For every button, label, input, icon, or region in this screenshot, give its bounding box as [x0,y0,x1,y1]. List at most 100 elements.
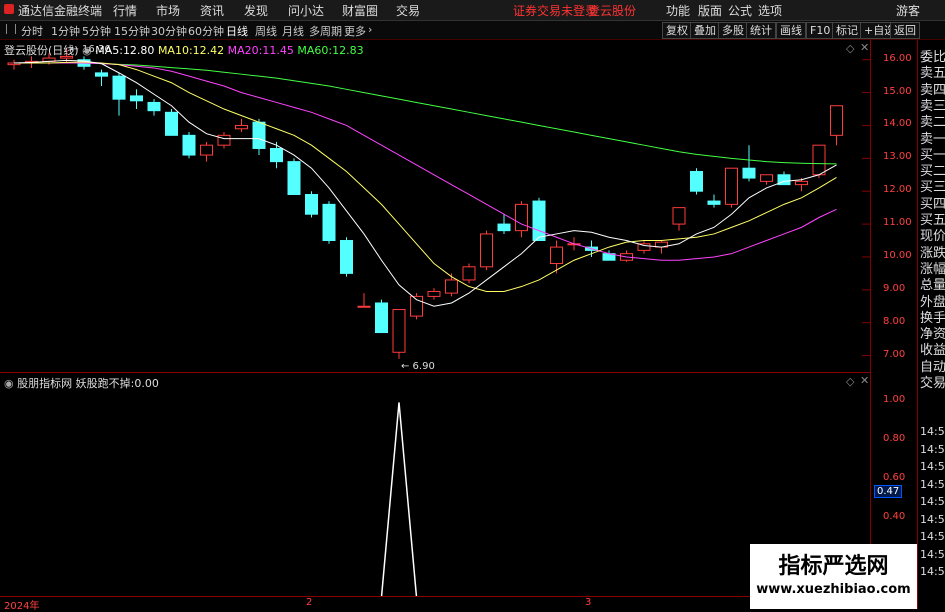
candle[interactable] [760,174,773,185]
period-month[interactable]: 月线 [282,23,304,39]
candle[interactable] [95,69,108,87]
trade-time: 14:56 [920,512,945,526]
trade-time: 14:56 [920,530,945,543]
indicator-chart[interactable] [0,373,870,597]
chevron-right-icon[interactable]: › [368,23,372,36]
period-15min[interactable]: 15分钟 [114,23,150,39]
candle[interactable] [515,201,528,238]
menu-toggle-icon[interactable] [6,24,16,34]
candle[interactable] [830,105,843,146]
current-stock-name[interactable]: 登云股份 [588,2,636,19]
candle[interactable] [672,207,686,231]
price-tick-label: 10.00 [883,249,912,261]
huaxian-button[interactable]: 画线 [776,22,806,39]
candle[interactable] [165,109,178,136]
menu-item-jiaoyi[interactable]: 交易 [396,2,420,19]
back-button[interactable]: 返回 [890,22,920,39]
candle[interactable] [812,144,826,179]
close-icon[interactable]: ✕ [860,374,869,387]
kline-pane[interactable]: ← 16.36 ← 6.90 登云股份(日线) ◉ MA5:12.80 MA10:… [0,40,870,372]
menu-item-shichang[interactable]: 市场 [156,2,180,19]
fuquan-button[interactable]: 复权 [662,22,692,39]
period-5min[interactable]: 5分钟 [82,23,111,39]
candle[interactable] [480,230,493,271]
period-week[interactable]: 周线 [255,23,277,39]
ma60-line [14,62,837,165]
candle[interactable] [742,145,756,182]
f10-button[interactable]: F10 [806,22,835,39]
candle[interactable] [602,250,616,261]
tongji-button[interactable]: 统计 [746,22,776,39]
period-day[interactable]: 日线 [226,23,248,39]
price-tick-label: 16.00 [883,52,912,64]
candle[interactable] [217,132,231,149]
ma20-value: 11.45 [262,44,294,57]
candle[interactable] [287,158,301,195]
period-60min[interactable]: 60分钟 [188,23,224,39]
candle[interactable] [707,194,721,208]
ma5-value: 12.80 [122,44,155,57]
period-30min[interactable]: 30分钟 [151,23,187,39]
candle-body [340,240,353,274]
period-multi[interactable]: 多周期 [309,23,342,39]
menu-item-wenxiaoda[interactable]: 问小达 [288,2,324,19]
candle[interactable] [357,293,371,308]
candle[interactable] [130,89,143,110]
candle[interactable] [305,191,318,218]
candle-body [217,134,231,146]
menu-item-faxian[interactable]: 发现 [244,2,268,19]
candle-body [375,302,388,334]
collapse-icon[interactable]: ◉ [82,44,92,57]
candle[interactable] [725,167,738,208]
date-label-year: 2024年 [4,601,40,612]
candle[interactable] [532,197,546,242]
kline-chart[interactable]: ← 16.36← 6.90 [0,40,870,372]
candle[interactable] [497,214,511,234]
candle-body [532,200,546,242]
menu-item-zixun[interactable]: 资讯 [200,2,224,19]
menu-item-gongshi[interactable]: 公式 [728,2,752,19]
candle[interactable] [340,237,353,277]
collapse-icon[interactable]: ◉ [4,377,14,390]
candle-body [112,75,126,100]
guest-login[interactable]: 游客 [896,2,920,19]
indicator-pane[interactable]: ◉ 股朋指标网 妖股跑不掉:0.00 ◇ ✕ [0,372,870,597]
indicator-current-value-badge: 0.47 [874,485,903,498]
login-status[interactable]: 证券交易未登录 [513,2,597,19]
candle[interactable] [147,99,161,116]
close-icon[interactable]: ✕ [860,41,869,54]
period-1min[interactable]: 1分钟 [51,23,80,39]
candle-body [812,144,826,176]
settings-diamond-icon[interactable]: ◇ [846,42,854,55]
indicator-value: 0.00 [134,377,159,390]
menu-item-caifuquan[interactable]: 财富圈 [342,2,378,19]
candle[interactable] [462,263,476,284]
duogu-button[interactable]: 多股 [718,22,748,39]
candle[interactable] [235,118,248,133]
candle[interactable] [690,168,703,195]
candle[interactable] [182,132,196,159]
candle[interactable] [200,141,213,162]
candle[interactable] [410,293,423,320]
candle[interactable] [427,288,441,300]
diejia-button[interactable]: 叠加 [690,22,720,39]
candle[interactable] [322,201,336,244]
biaoji-button[interactable]: 标记 [832,22,862,39]
candle[interactable] [270,141,283,169]
period-fenshi[interactable]: 分时 [21,23,43,39]
candle[interactable] [637,240,651,254]
menu-item-gongneng[interactable]: 功能 [666,2,690,19]
menu-item-banmian[interactable]: 版面 [698,2,722,19]
candle[interactable] [375,299,388,334]
menu-item-hangqing[interactable]: 行情 [113,2,137,19]
menu-item-xuanxiang[interactable]: 选项 [758,2,782,19]
price-tick-label: 14.00 [883,118,912,130]
candle[interactable] [7,59,21,70]
trade-time: 14:55 [920,425,945,438]
candle[interactable] [112,72,126,116]
period-more[interactable]: 更多 [344,23,366,39]
candle[interactable] [252,118,266,156]
candle[interactable] [392,309,406,359]
settings-diamond-icon[interactable]: ◇ [846,375,854,388]
candle[interactable] [550,240,563,274]
